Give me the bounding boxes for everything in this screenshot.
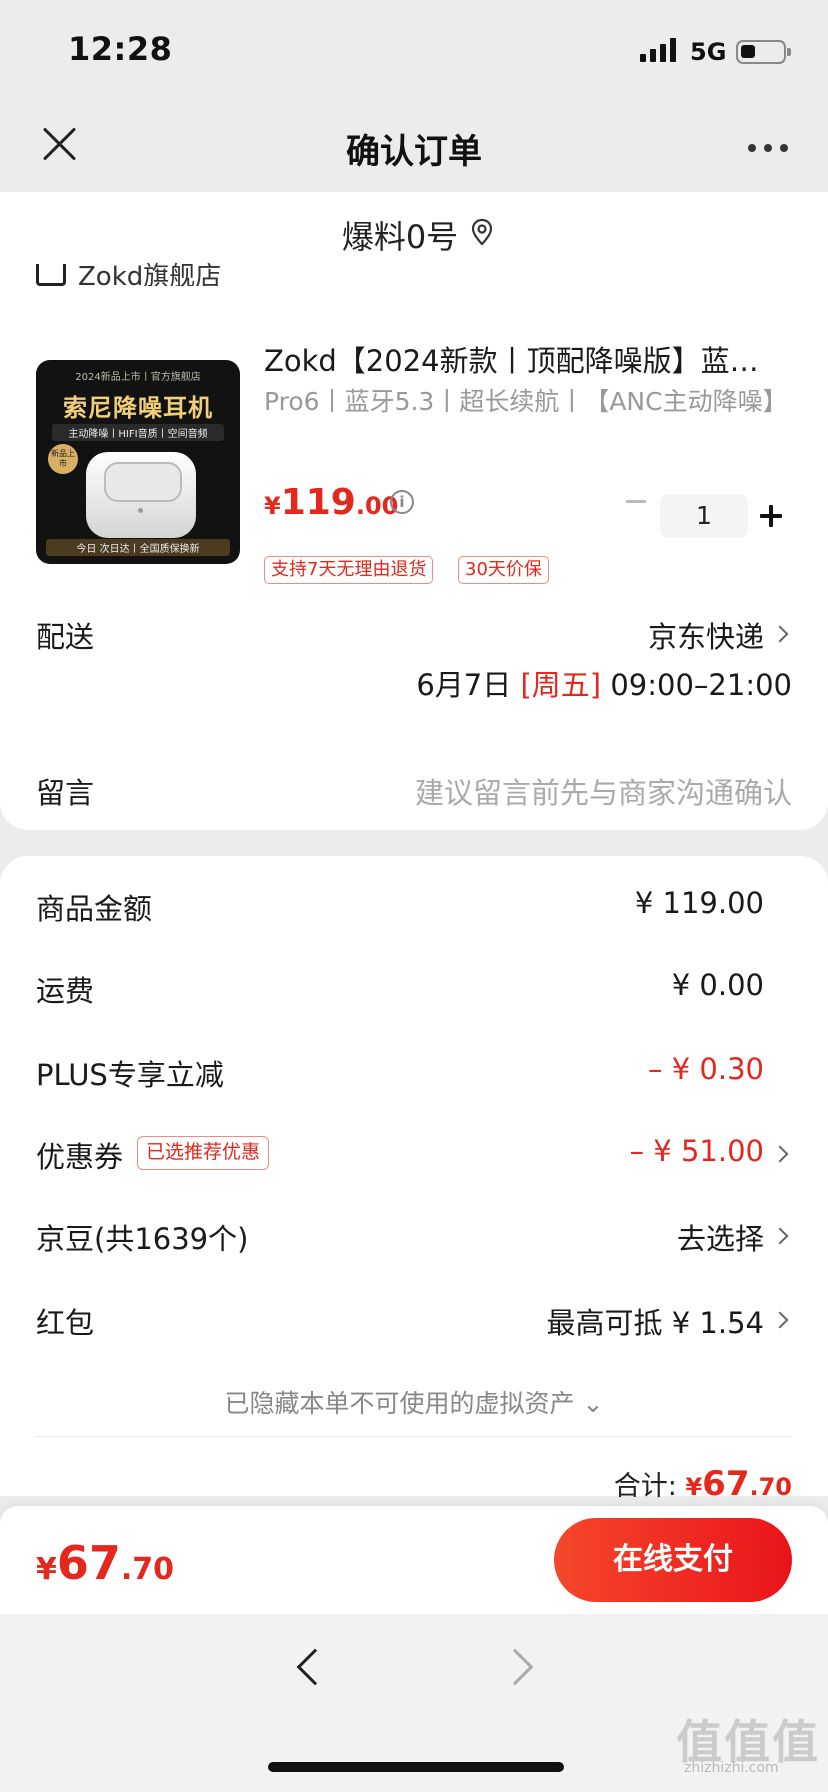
store-icon bbox=[36, 264, 66, 286]
message-input[interactable]: 建议留言前先与商家沟通确认 bbox=[415, 770, 792, 812]
delivery-time[interactable]: 6月7日 [周五] 09:00–21:00 bbox=[416, 662, 792, 704]
delivery-carrier[interactable]: 京东快递 bbox=[648, 614, 764, 656]
coupon-label: 优惠券 bbox=[36, 1140, 124, 1174]
image-footer: 今日 次日达丨全国质保换新 bbox=[46, 539, 230, 556]
earbuds-case-image bbox=[86, 452, 196, 538]
plus-discount-value: – ¥ 0.30 bbox=[648, 1052, 764, 1086]
network-type: 5G bbox=[690, 38, 727, 66]
red-packet-label: 红包 bbox=[36, 1306, 95, 1340]
jd-beans-label: 京豆(共1639个) bbox=[36, 1222, 249, 1256]
hidden-assets-toggle[interactable]: 已隐藏本单不可使用的虚拟资产 ⌄ bbox=[0, 1384, 828, 1420]
coupon-badge: 已选推荐优惠 bbox=[137, 1136, 270, 1170]
price-int: 119 bbox=[280, 482, 356, 523]
quantity-input[interactable]: 1 bbox=[660, 494, 748, 538]
product-image[interactable]: 2024新品上市丨官方旗舰店 索尼降噪耳机 主动降噪丨HIFI音质丨空间音频 新… bbox=[36, 360, 240, 564]
pay-amount: ¥67.70 bbox=[36, 1536, 175, 1590]
delivery-label: 配送 bbox=[36, 620, 95, 654]
page-title: 确认订单 bbox=[346, 132, 482, 172]
total-label: 合计: bbox=[613, 1471, 677, 1502]
product-title[interactable]: Zokd【2024新款丨顶配降噪版】蓝… bbox=[264, 338, 794, 380]
watermark-url: zhizhizhi.com bbox=[684, 1760, 779, 1776]
total-amount: ¥67.70 bbox=[685, 1464, 792, 1504]
red-packet-value[interactable]: 最高可抵 ¥ 1.54 bbox=[547, 1300, 764, 1342]
price-currency: ¥ bbox=[264, 492, 281, 520]
info-icon[interactable]: i bbox=[390, 490, 414, 514]
image-top-text: 2024新品上市丨官方旗舰店 bbox=[75, 372, 201, 383]
quantity-plus-button[interactable] bbox=[760, 494, 784, 538]
product-price: ¥119.00 bbox=[264, 482, 398, 523]
status-time: 12:28 bbox=[68, 30, 173, 68]
message-label: 留言 bbox=[36, 776, 95, 810]
price-protection-tag: 30天价保 bbox=[458, 556, 549, 584]
battery-icon bbox=[736, 40, 791, 64]
jd-beans-select[interactable]: 去选择 bbox=[677, 1216, 764, 1258]
plus-discount-label: PLUS专享立减 bbox=[36, 1058, 224, 1092]
return-policy-tag: 支持7天无理由退货 bbox=[264, 556, 434, 584]
image-title: 索尼降噪耳机 bbox=[63, 394, 213, 422]
total-row: 合计: ¥67.70 bbox=[614, 1464, 792, 1504]
signal-icon bbox=[640, 38, 676, 62]
divider bbox=[36, 1436, 792, 1437]
coupon-value[interactable]: – ¥ 51.00 bbox=[630, 1134, 764, 1168]
shipping-value: ¥ 0.00 bbox=[671, 968, 764, 1002]
more-icon[interactable] bbox=[748, 144, 788, 152]
delivery-window: 09:00–21:00 bbox=[610, 668, 792, 702]
product-spec: Pro6丨蓝牙5.3丨超长续航丨【ANC主动降噪】 bbox=[264, 387, 788, 416]
delivery-weekday: [周五] bbox=[520, 668, 602, 702]
delivery-date: 6月7日 bbox=[416, 668, 512, 702]
location-pin-icon bbox=[471, 218, 493, 246]
pay-online-button[interactable]: 在线支付 bbox=[554, 1518, 792, 1602]
image-badge: 新品上市 bbox=[48, 444, 78, 474]
goods-amount-value: ¥ 119.00 bbox=[634, 886, 764, 920]
goods-amount-label: 商品金额 bbox=[36, 892, 153, 926]
shipping-label: 运费 bbox=[36, 974, 95, 1008]
store-name[interactable]: Zokd旗舰店 bbox=[78, 256, 221, 286]
home-indicator[interactable] bbox=[268, 1762, 564, 1772]
address-text[interactable]: 爆料0号 bbox=[0, 212, 800, 258]
quantity-minus-button[interactable] bbox=[626, 500, 646, 503]
image-subtitle: 主动降噪丨HIFI音质丨空间音频 bbox=[52, 424, 224, 441]
